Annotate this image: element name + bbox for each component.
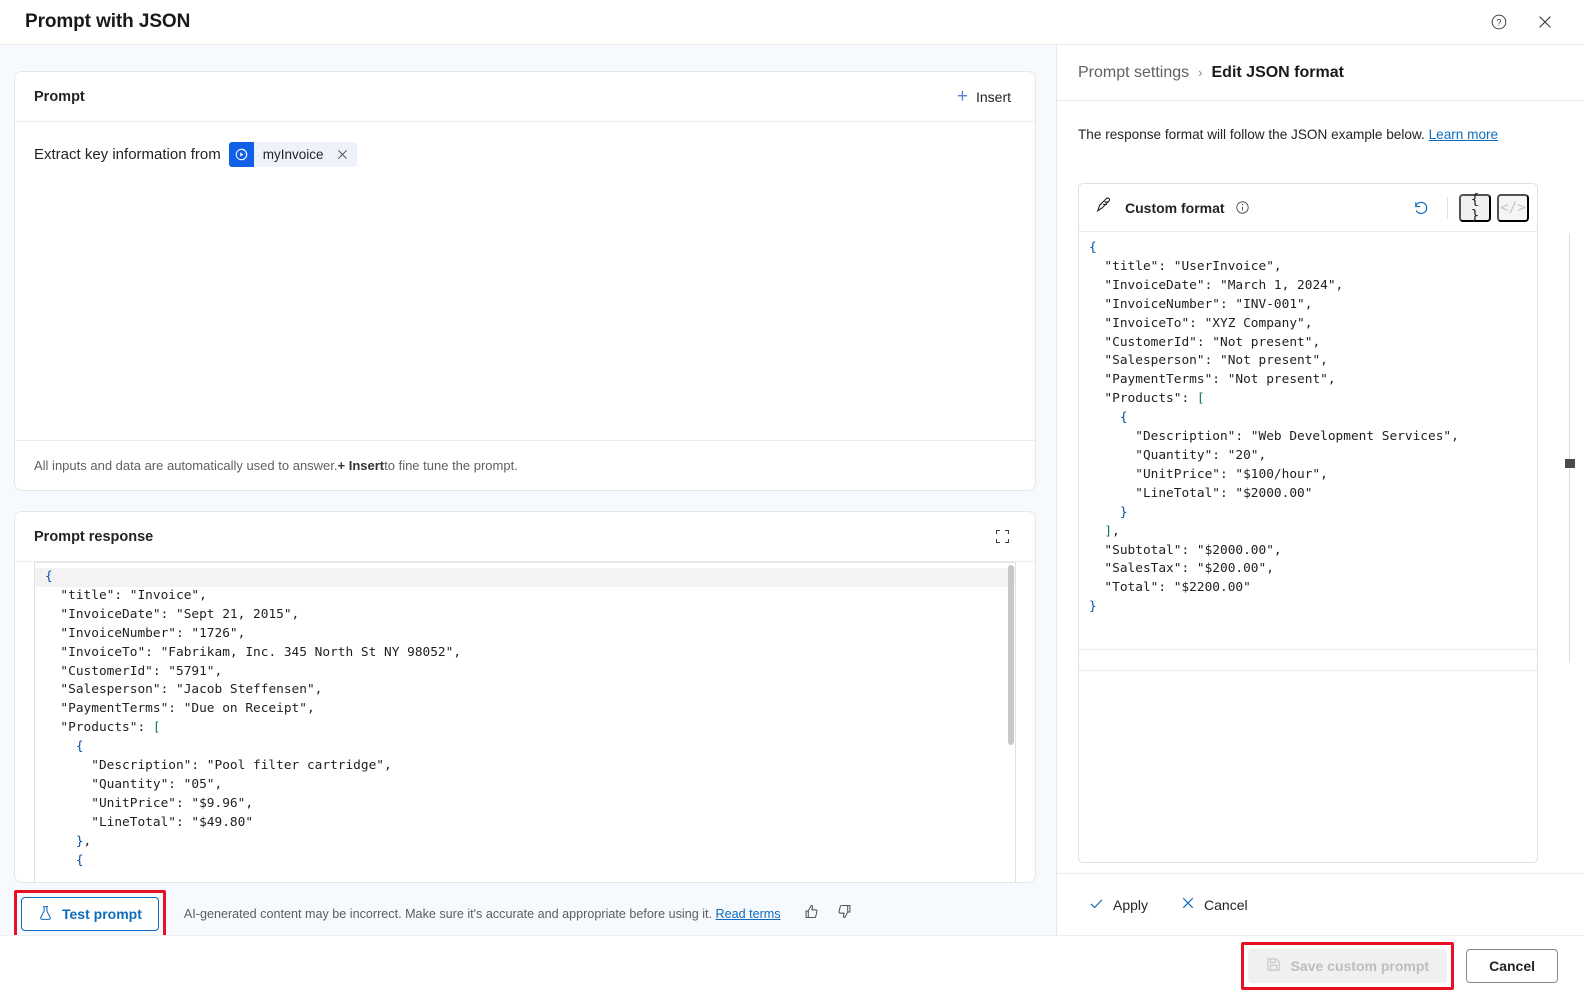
dialog-footer: Save custom prompt Cancel <box>0 935 1584 995</box>
chip-label: myInvoice <box>262 147 324 162</box>
window-title-bar: Prompt with JSON ? <box>0 0 1584 44</box>
close-icon <box>1180 895 1196 914</box>
prompt-text-line: Extract key information from myInvoice <box>34 142 1016 167</box>
code-view-toggle[interactable]: </> <box>1497 193 1529 222</box>
input-chip-myinvoice[interactable]: myInvoice <box>228 142 357 167</box>
plus-icon: + <box>956 86 968 107</box>
test-prompt-label: Test prompt <box>62 906 142 922</box>
save-floppy-icon <box>1266 957 1281 975</box>
help-icon[interactable]: ? <box>1484 7 1514 37</box>
custom-format-card: Custom format {} </> {"title": "UserIn… <box>1078 183 1538 863</box>
breadcrumb-separator-icon: › <box>1198 65 1203 80</box>
save-custom-prompt-label: Save custom prompt <box>1290 957 1430 974</box>
format-description-text: The response format will follow the JSON… <box>1078 127 1429 142</box>
format-horizontal-scrollbar[interactable] <box>1079 649 1537 671</box>
custom-format-code-editor[interactable]: { "title": "UserInvoice", "InvoiceDate":… <box>1079 232 1537 862</box>
custom-format-title: Custom format <box>1125 199 1225 216</box>
toolbar-divider <box>1447 196 1448 219</box>
response-card-header: Prompt response <box>15 512 1035 562</box>
response-vertical-scrollbar[interactable] <box>1007 563 1015 882</box>
response-code-viewer[interactable]: { "title": "Invoice", "InvoiceDate": "Se… <box>34 562 1016 882</box>
right-pane: Prompt settings › Edit JSON format The r… <box>1056 44 1584 995</box>
footer-note-prefix: All inputs and data are automatically us… <box>34 458 338 473</box>
custom-format-header-actions: { } </> <box>1406 192 1529 224</box>
feedback-controls <box>803 903 853 925</box>
save-button-highlight-box: Save custom prompt <box>1240 941 1455 990</box>
insert-button[interactable]: + Insert <box>951 83 1017 110</box>
response-json-code: { "title": "Invoice", "InvoiceDate": "Se… <box>35 563 1015 871</box>
prompt-card-header: Prompt + Insert <box>15 72 1035 122</box>
insert-button-label: Insert <box>975 88 1011 105</box>
prompt-card-title: Prompt <box>34 88 85 105</box>
response-card-title: Prompt response <box>34 528 154 545</box>
breadcrumb-current: Edit JSON format <box>1211 63 1344 81</box>
power-automate-icon <box>228 142 254 167</box>
pen-edit-icon <box>1095 196 1113 219</box>
custom-format-json-code: { "title": "UserInvoice", "InvoiceDate":… <box>1089 240 1459 615</box>
window-actions: ? <box>1484 7 1560 37</box>
chip-remove-icon[interactable] <box>333 145 353 165</box>
ai-disclaimer: AI-generated content may be incorrect. M… <box>184 907 781 921</box>
save-custom-prompt-button[interactable]: Save custom prompt <box>1247 948 1448 983</box>
prompt-response-card: Prompt response { "title": "Invoice", "I… <box>14 511 1036 883</box>
checkmark-icon <box>1088 895 1105 915</box>
right-pane-vertical-scrollbar[interactable] <box>1565 233 1575 663</box>
test-prompt-button[interactable]: Test prompt <box>21 897 159 931</box>
apply-button[interactable]: Apply <box>1078 889 1158 921</box>
dialog-body: Prompt + Insert Extract key information … <box>0 44 1584 995</box>
scrollbar-thumb[interactable] <box>1008 565 1014 745</box>
prompt-editor[interactable]: Extract key information from myInvoice <box>15 122 1035 442</box>
learn-more-link[interactable]: Learn more <box>1429 127 1499 142</box>
prompt-card-footer-note: All inputs and data are automatically us… <box>15 440 1035 490</box>
breadcrumb-parent[interactable]: Prompt settings <box>1078 64 1189 82</box>
thumbs-down-icon[interactable] <box>836 903 853 925</box>
thumbs-up-icon[interactable] <box>803 903 820 925</box>
scrollbar-track <box>1569 233 1570 663</box>
prompt-card: Prompt + Insert Extract key information … <box>14 71 1036 491</box>
flask-icon <box>38 905 53 924</box>
format-description: The response format will follow the JSON… <box>1057 101 1584 142</box>
right-pane-footer: Apply Cancel <box>1057 873 1584 935</box>
reset-undo-icon[interactable] <box>1406 193 1436 223</box>
cancel-edit-label: Cancel <box>1204 896 1248 913</box>
disclaimer-text: AI-generated content may be incorrect. M… <box>183 907 716 921</box>
apply-label: Apply <box>1113 896 1149 913</box>
prompt-card-header-actions: + Insert <box>951 83 1017 110</box>
expand-icon[interactable] <box>987 522 1017 552</box>
info-circle-icon[interactable] <box>1235 200 1250 215</box>
prompt-static-text: Extract key information from <box>34 146 221 163</box>
page-title: Prompt with JSON <box>25 11 191 32</box>
footer-note-suffix: to fine tune the prompt. <box>384 458 518 473</box>
cancel-edit-button[interactable]: Cancel <box>1170 889 1258 920</box>
json-view-toggle[interactable]: { } <box>1459 192 1491 224</box>
close-icon[interactable] <box>1530 7 1560 37</box>
svg-text:?: ? <box>1496 17 1501 27</box>
footer-note-bold: + Insert <box>337 458 385 473</box>
test-prompt-highlight-box: Test prompt <box>14 890 166 938</box>
left-pane: Prompt + Insert Extract key information … <box>0 44 1056 995</box>
response-card-header-actions <box>987 522 1017 552</box>
breadcrumb: Prompt settings › Edit JSON format <box>1057 45 1584 101</box>
custom-format-header: Custom format {} </> <box>1079 184 1537 232</box>
scrollbar-thumb[interactable] <box>1565 459 1575 468</box>
read-terms-link[interactable]: Read terms <box>716 907 781 921</box>
dialog-cancel-button[interactable]: Cancel <box>1466 948 1558 983</box>
